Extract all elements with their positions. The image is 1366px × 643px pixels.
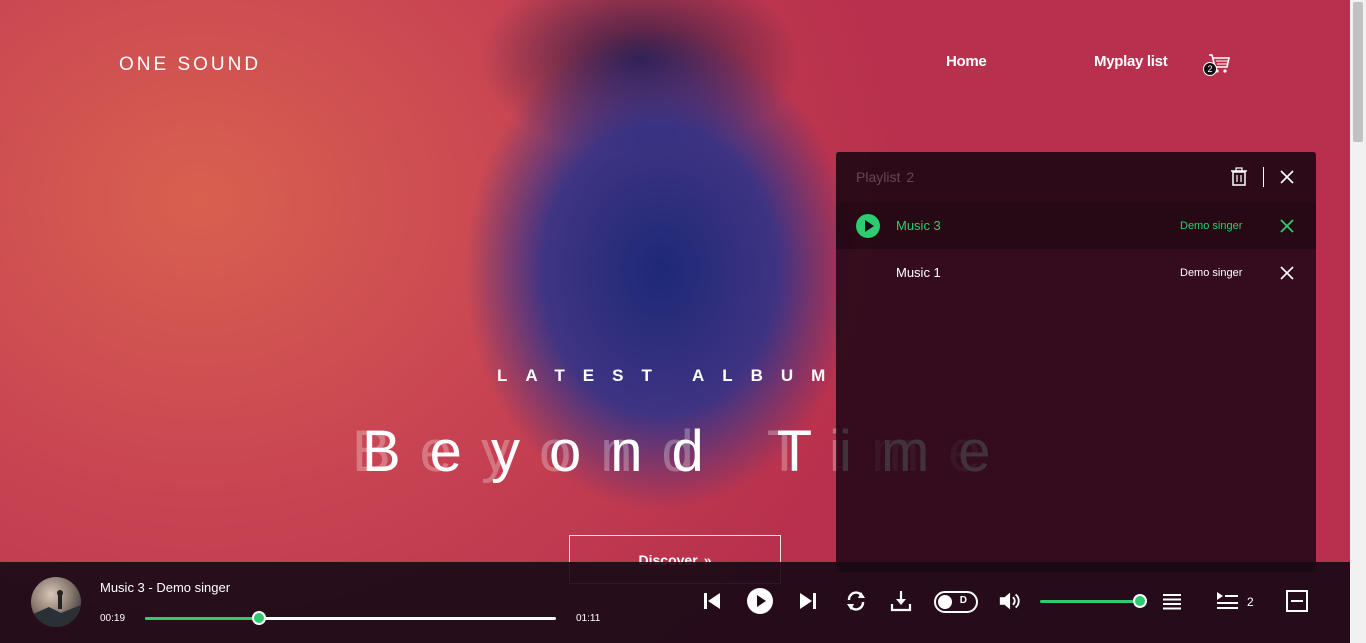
toggle-label: D: [959, 595, 967, 606]
toggle-knob: [938, 595, 952, 609]
volume-icon: [999, 592, 1020, 610]
scrollbar-thumb[interactable]: [1353, 2, 1363, 142]
repeat-icon: [847, 591, 865, 611]
volume-knob[interactable]: [1133, 594, 1147, 608]
menu-icon: [1163, 594, 1181, 610]
minimize-icon: [1286, 590, 1308, 612]
queue-button[interactable]: [1214, 588, 1240, 614]
album-cover: [31, 577, 81, 627]
current-time: 00:19: [100, 613, 126, 624]
remove-icon[interactable]: [1278, 264, 1296, 282]
download-button[interactable]: [888, 588, 914, 614]
volume-button[interactable]: [998, 588, 1024, 614]
nav-myplaylist[interactable]: Myplay list: [1094, 53, 1168, 70]
playlist-item-artist: Demo singer: [1180, 219, 1243, 232]
minimize-player-button[interactable]: [1284, 588, 1310, 614]
playlist-item-name: Music 1: [896, 265, 941, 280]
close-icon[interactable]: [1278, 168, 1296, 186]
now-playing-title: Music 3 - Demo singer: [100, 580, 231, 595]
playlist-panel: Playlist 2 Music 3 Demo singer Music 1 D…: [836, 152, 1316, 572]
header-divider: [1263, 167, 1264, 187]
download-icon: [890, 591, 912, 612]
progress-fill: [145, 617, 259, 620]
playlist-item[interactable]: Music 3 Demo singer: [836, 202, 1316, 249]
remove-icon[interactable]: [1278, 217, 1296, 235]
playlist-title: Playlist: [856, 169, 901, 185]
queue-count: 2: [1247, 595, 1254, 609]
playlist-menu-button[interactable]: [1159, 588, 1185, 614]
nav-home[interactable]: Home: [946, 53, 987, 70]
queue-icon: [1217, 592, 1238, 609]
progress-bar[interactable]: [145, 611, 556, 625]
playlist-item[interactable]: Music 1 Demo singer: [836, 249, 1316, 296]
hero-kicker: LATEST ALBUM: [497, 366, 844, 385]
repeat-button[interactable]: [843, 588, 869, 614]
previous-button[interactable]: [699, 588, 725, 614]
skip-previous-icon: [704, 593, 720, 609]
cart-button[interactable]: 2: [1203, 52, 1231, 76]
play-icon: [747, 588, 773, 614]
page-scrollbar[interactable]: [1350, 0, 1366, 643]
volume-slider[interactable]: [1040, 594, 1147, 608]
playlist-header: Playlist 2: [836, 152, 1316, 202]
play-button[interactable]: [747, 588, 773, 614]
playlist-count: 2: [906, 169, 915, 185]
mode-toggle[interactable]: D: [934, 591, 978, 613]
next-button[interactable]: [795, 588, 821, 614]
progress-knob[interactable]: [251, 611, 266, 625]
total-time: 01:11: [576, 613, 601, 624]
brand-logo[interactable]: ONE SOUND: [119, 54, 261, 76]
playlist-item-artist: Demo singer: [1180, 266, 1243, 279]
playlist-item-name: Music 3: [896, 218, 941, 233]
skip-next-icon: [800, 593, 816, 609]
play-circle-icon[interactable]: [856, 213, 896, 238]
trash-icon[interactable]: [1229, 167, 1249, 187]
cart-count-badge: 2: [1203, 62, 1217, 76]
player-bar: Music 3 - Demo singer 00:19 01:11 D 2: [0, 562, 1350, 643]
